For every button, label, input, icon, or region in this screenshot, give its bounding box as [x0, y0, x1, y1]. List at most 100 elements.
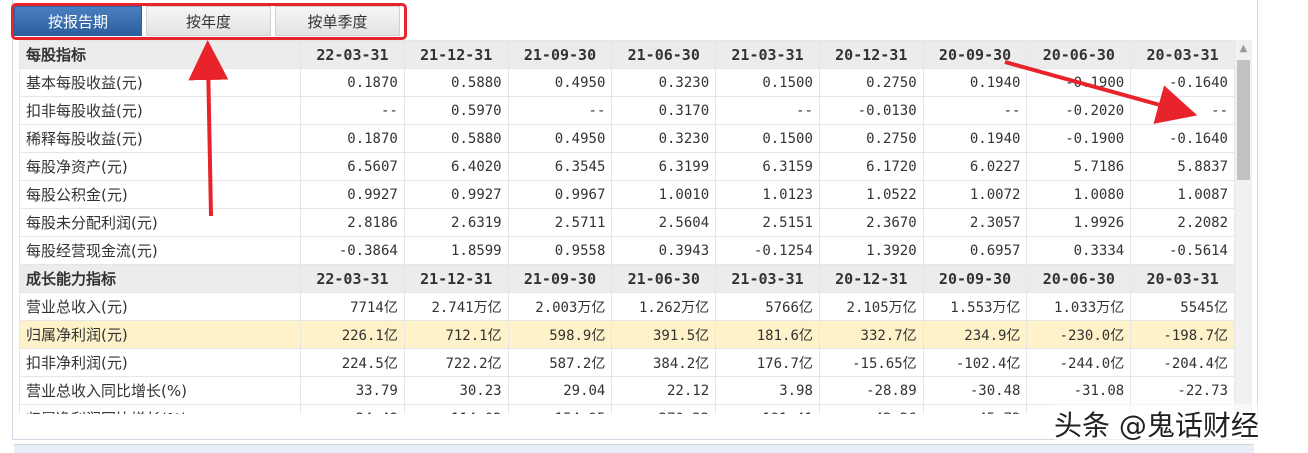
table-cell: 0.1500 — [715, 68, 820, 97]
table-cell: 0.2750 — [818, 68, 924, 97]
table-cell: 1.0522 — [818, 180, 924, 209]
table-cell: 1.262万亿 — [611, 292, 717, 321]
row-label: 归属净利润同比增长(%) — [19, 404, 302, 414]
table-row: 基本每股收益(元) 0.1870 0.5880 0.4950 0.3230 0.1500 0… — [19, 68, 1235, 97]
table-cell: -230.0亿 — [1026, 320, 1132, 349]
table-cell: 2.6319 — [403, 208, 509, 237]
table-cell: -0.1900 — [1026, 124, 1132, 153]
period-header: 21-03-31 — [715, 40, 820, 69]
table-row: 每股公积金(元) 0.9927 0.9927 0.9967 1.0010 1.0123 1.… — [19, 180, 1235, 209]
table-cell: 2.2082 — [1130, 208, 1235, 237]
table-row: 营业总收入同比增长(%) 33.79 30.23 29.04 22.12 3.98 -28.… — [19, 376, 1235, 405]
table-cell: -0.0130 — [818, 96, 924, 125]
table-cell: 2.105万亿 — [818, 292, 924, 321]
table-cell: 587.2亿 — [507, 348, 613, 377]
table-cell: 0.2750 — [818, 124, 924, 153]
row-label: 每股经营现金流(元) — [19, 236, 302, 265]
row-label: 每股净资产(元) — [19, 152, 302, 181]
table-cell: 0.5970 — [403, 96, 509, 125]
period-header: 20-03-31 — [1130, 264, 1235, 293]
table-cell: 0.3334 — [1026, 236, 1132, 265]
table-cell: 712.1亿 — [403, 320, 509, 349]
table-cell: 1.553万亿 — [922, 292, 1028, 321]
table-row: 扣非净利润(元) 224.5亿 722.2亿 587.2亿 384.2亿 176.7亿 -1… — [19, 348, 1235, 377]
table-row: 稀释每股收益(元) 0.1870 0.5880 0.4950 0.3230 0.1500 0… — [19, 124, 1235, 153]
table-cell: 0.3943 — [611, 236, 717, 265]
table-cell: 226.1亿 — [300, 320, 405, 349]
table-cell: 5.8837 — [1130, 152, 1235, 181]
table-cell: 191.41 — [715, 404, 820, 414]
section-header-row: 每股指标 22-03-31 21-12-31 21-09-30 21-06-30 21-0… — [19, 40, 1235, 69]
table-cell: 6.5607 — [300, 152, 405, 181]
table-cell: -- — [715, 96, 820, 125]
table-row: 归属净利润(元) 226.1亿 712.1亿 598.9亿 391.5亿 181.6亿 33… — [19, 320, 1235, 349]
table-cell: 2.3670 — [818, 208, 924, 237]
financial-table-viewport[interactable]: 每股指标 22-03-31 21-12-31 21-09-30 21-06-30 21-0… — [19, 40, 1235, 414]
period-header: 20-06-30 — [1026, 264, 1132, 293]
table-cell: 0.4950 — [507, 68, 613, 97]
table-cell: -0.1640 — [1130, 124, 1235, 153]
table-cell: 24.48 — [300, 404, 405, 414]
period-header: 22-03-31 — [300, 40, 405, 69]
table-row: 每股未分配利润(元) 2.8186 2.6319 2.5711 2.5604 2.5151… — [19, 208, 1235, 237]
table-cell: 154.95 — [507, 404, 613, 414]
scroll-up-icon[interactable]: ▲ — [1235, 40, 1252, 57]
row-label: 稀释每股收益(元) — [19, 124, 302, 153]
table-cell: -- — [300, 96, 405, 125]
row-label: 归属净利润(元) — [19, 320, 302, 349]
financial-table: 每股指标 22-03-31 21-12-31 21-09-30 21-06-30 21-0… — [19, 40, 1235, 414]
table-cell: -204.4亿 — [1130, 348, 1235, 377]
table-cell: 5545亿 — [1130, 292, 1235, 321]
table-cell: -0.3864 — [300, 236, 405, 265]
table-cell: 1.0087 — [1130, 180, 1235, 209]
table-cell: 1.033万亿 — [1026, 292, 1132, 321]
table-cell: -45.72 — [922, 404, 1028, 414]
table-cell: 384.2亿 — [611, 348, 717, 377]
row-label: 营业总收入(元) — [19, 292, 302, 321]
table-cell: 0.9927 — [403, 180, 509, 209]
period-header: 20-12-31 — [818, 264, 924, 293]
table-cell: 598.9亿 — [507, 320, 613, 349]
period-header: 21-12-31 — [403, 40, 509, 69]
table-cell: 7714亿 — [300, 292, 405, 321]
table-cell: 29.04 — [507, 376, 613, 405]
table-cell: -0.1640 — [1130, 68, 1235, 97]
table-cell: -- — [922, 96, 1028, 125]
table-cell: 2.8186 — [300, 208, 405, 237]
row-label: 每股未分配利润(元) — [19, 208, 302, 237]
scrollbar-thumb[interactable] — [1237, 60, 1250, 180]
table-cell: 3.98 — [715, 376, 820, 405]
table-cell: -30.48 — [922, 376, 1028, 405]
table-cell: 0.3230 — [611, 68, 717, 97]
table-cell: -22.73 — [1130, 376, 1235, 405]
period-header: 22-03-31 — [300, 264, 405, 293]
table-cell: -31.08 — [1026, 376, 1132, 405]
vertical-scrollbar[interactable]: ▲ — [1235, 40, 1252, 414]
table-cell: 2.3057 — [922, 208, 1028, 237]
table-cell: 5.7186 — [1026, 152, 1132, 181]
row-label: 扣非每股收益(元) — [19, 96, 302, 125]
table-cell: 6.4020 — [403, 152, 509, 181]
table-cell: 0.1500 — [715, 124, 820, 153]
table-cell: 30.23 — [403, 376, 509, 405]
table-cell: 2.5604 — [611, 208, 717, 237]
table-cell: 2.741万亿 — [403, 292, 509, 321]
table-row: 营业总收入(元) 7714亿 2.741万亿 2.003万亿 1.262万亿 5766亿 2… — [19, 292, 1235, 321]
period-header: 20-03-31 — [1130, 40, 1235, 69]
table-cell: 0.5880 — [403, 68, 509, 97]
table-cell: 1.0010 — [611, 180, 717, 209]
table-cell: 332.7亿 — [818, 320, 924, 349]
period-header: 20-06-30 — [1026, 40, 1132, 69]
table-cell: 0.3170 — [611, 96, 717, 125]
section-header-row: 成长能力指标 22-03-31 21-12-31 21-09-30 21-06-30 21… — [19, 264, 1235, 293]
table-cell: -0.1254 — [715, 236, 820, 265]
table-cell: 234.9亿 — [922, 320, 1028, 349]
table-cell: 224.5亿 — [300, 348, 405, 377]
period-header: 20-09-30 — [922, 40, 1028, 69]
section-title: 成长能力指标 — [19, 264, 302, 293]
watermark: 头条 @鬼话财经 — [1054, 404, 1259, 444]
table-cell: -0.1900 — [1026, 68, 1132, 97]
table-cell: -0.5614 — [1130, 236, 1235, 265]
period-header: 21-06-30 — [611, 40, 717, 69]
table-cell: 270.22 — [611, 404, 717, 414]
